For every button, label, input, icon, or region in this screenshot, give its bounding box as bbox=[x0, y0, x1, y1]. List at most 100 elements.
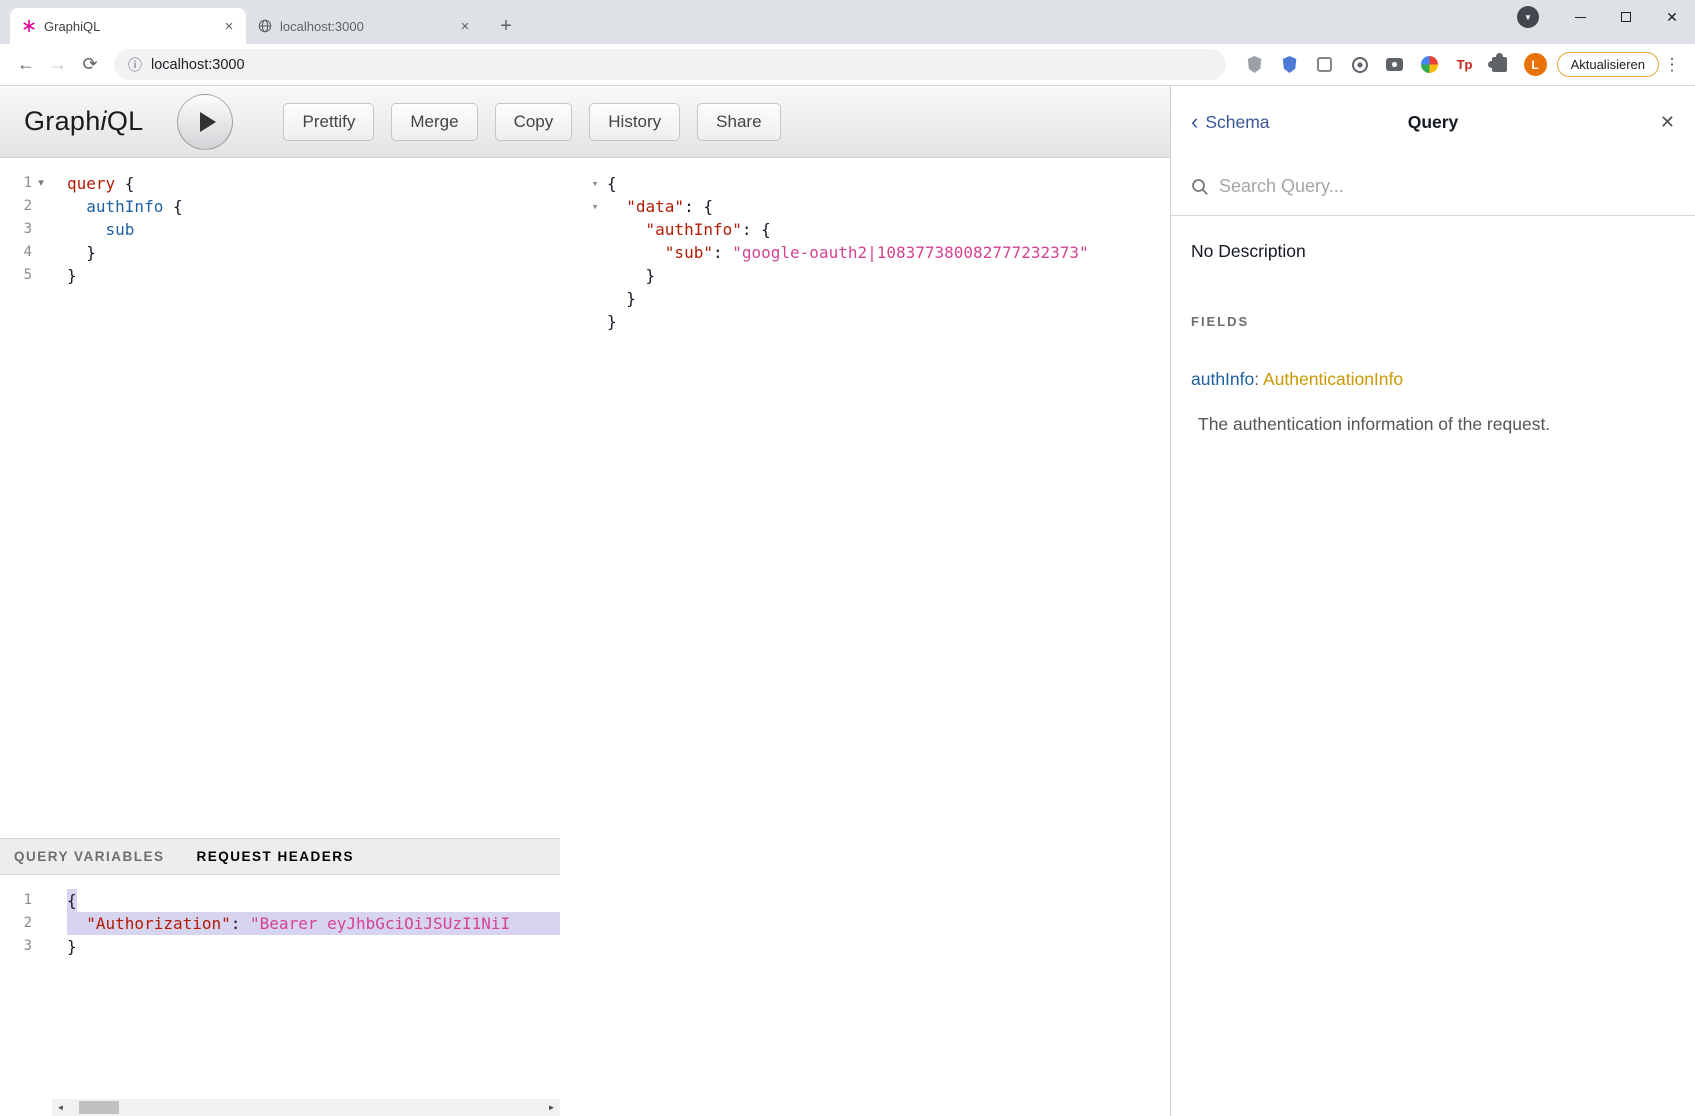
query-editor[interactable]: 1▾2345 query { authInfo { sub }} bbox=[0, 158, 560, 838]
code-line[interactable]: } bbox=[67, 241, 560, 264]
line-number: 1 bbox=[0, 172, 32, 195]
code-line[interactable]: } bbox=[67, 264, 560, 287]
code-line[interactable]: } bbox=[607, 310, 1170, 333]
doc-back-link[interactable]: ‹Schema bbox=[1191, 111, 1270, 133]
address-bar[interactable]: ⓘ localhost:3000 bbox=[114, 49, 1226, 80]
headers-editor-gutter: 123 bbox=[0, 875, 52, 1099]
browser-tab-localhost[interactable]: localhost:3000 × bbox=[246, 8, 482, 44]
code-line[interactable]: authInfo { bbox=[67, 195, 560, 218]
browser-menu-icon[interactable]: ⋮ bbox=[1659, 49, 1685, 81]
fold-gutter bbox=[32, 218, 50, 241]
history-button[interactable]: History bbox=[589, 103, 680, 141]
tab-query-variables[interactable]: QUERY VARIABLES bbox=[14, 849, 165, 864]
gutter-line: 5 bbox=[0, 264, 52, 287]
prettify-button[interactable]: Prettify bbox=[283, 103, 374, 141]
pinwheel-icon[interactable] bbox=[1419, 54, 1441, 76]
code-token: { bbox=[163, 195, 182, 218]
minimize-button[interactable] bbox=[1557, 0, 1603, 34]
tab-title: localhost:3000 bbox=[280, 19, 448, 34]
doc-field-row: authInfo: AuthenticationInfo bbox=[1191, 369, 1675, 390]
headers-editor-code[interactable]: { "Authorization": "Bearer eyJhbGciOiJSU… bbox=[52, 875, 560, 1099]
copy-button[interactable]: Copy bbox=[495, 103, 573, 141]
code-token: } bbox=[607, 310, 617, 333]
line-number: 2 bbox=[0, 912, 32, 935]
globe-icon bbox=[258, 19, 272, 33]
tab-close-icon[interactable]: × bbox=[220, 17, 238, 35]
fold-arrow-icon[interactable]: ▾ bbox=[32, 172, 50, 195]
fold-arrow-icon[interactable]: ▾ bbox=[592, 195, 603, 218]
window-controls: ▼ ✕ bbox=[1517, 0, 1695, 34]
update-button[interactable]: Aktualisieren bbox=[1557, 52, 1659, 77]
address-url: localhost:3000 bbox=[151, 57, 245, 73]
field-type-link[interactable]: AuthenticationInfo bbox=[1263, 369, 1403, 389]
field-name-link[interactable]: authInfo bbox=[1191, 369, 1254, 389]
shield-gray-icon[interactable] bbox=[1244, 54, 1266, 76]
code-line[interactable]: "sub": "google-oauth2|108377380082777232… bbox=[607, 241, 1170, 264]
field-separator: : bbox=[1254, 369, 1263, 389]
scrollbar-thumb[interactable] bbox=[79, 1101, 119, 1114]
puzzle-icon[interactable] bbox=[1489, 54, 1511, 76]
editor-area: 1▾2345 query { authInfo { sub }} QUERY V… bbox=[0, 158, 1170, 1116]
target-icon[interactable] bbox=[1349, 54, 1371, 76]
code-line[interactable]: { bbox=[67, 889, 560, 912]
code-token: } bbox=[67, 935, 77, 958]
code-line[interactable]: query { bbox=[67, 172, 560, 195]
code-line[interactable]: "Authorization": "Bearer eyJhbGciOiJSUzI… bbox=[67, 912, 560, 935]
code-token bbox=[67, 912, 86, 935]
doc-search-row bbox=[1171, 158, 1695, 216]
scrollbar-track[interactable] bbox=[69, 1099, 543, 1116]
gutter-line: 2 bbox=[0, 195, 52, 218]
code-token bbox=[67, 195, 86, 218]
extensions-row: Tp L bbox=[1234, 53, 1557, 76]
maximize-button[interactable] bbox=[1603, 0, 1649, 34]
site-info-icon[interactable]: ⓘ bbox=[128, 55, 142, 75]
scroll-right-icon[interactable]: ► bbox=[543, 1099, 560, 1116]
graphiql-topbar: GraphiQL Prettify Merge Copy History Sha… bbox=[0, 86, 1170, 158]
target-shape bbox=[1352, 57, 1368, 73]
pinwheel-shape bbox=[1421, 56, 1438, 73]
execute-button[interactable] bbox=[177, 94, 233, 150]
code-line[interactable]: } bbox=[607, 264, 1170, 287]
code-line[interactable]: ▾{ bbox=[607, 172, 1170, 195]
doc-explorer: ‹Schema Query ✕ No Description FIELDS au… bbox=[1170, 86, 1695, 1116]
doc-field-description: The authentication information of the re… bbox=[1191, 414, 1675, 435]
fold-gutter bbox=[32, 935, 50, 958]
doc-close-icon[interactable]: ✕ bbox=[1660, 112, 1675, 133]
back-icon[interactable]: ← bbox=[10, 49, 42, 81]
code-token: sub bbox=[106, 218, 135, 241]
forward-icon[interactable]: → bbox=[42, 49, 74, 81]
line-number: 1 bbox=[0, 889, 32, 912]
merge-button[interactable]: Merge bbox=[391, 103, 477, 141]
fold-arrow-icon[interactable]: ▾ bbox=[592, 172, 603, 195]
tab-close-icon[interactable]: × bbox=[456, 17, 474, 35]
toolbar-buttons: Prettify Merge Copy History Share bbox=[283, 103, 780, 141]
response-code: ▾{▾ "data": { "authInfo": { "sub": "goog… bbox=[592, 158, 1170, 333]
code-line[interactable]: } bbox=[67, 935, 560, 958]
camera-icon[interactable] bbox=[1384, 54, 1406, 76]
share-button[interactable]: Share bbox=[697, 103, 780, 141]
browser-update-indicator[interactable]: ▼ bbox=[1517, 6, 1539, 28]
query-editor-code[interactable]: query { authInfo { sub }} bbox=[52, 158, 560, 838]
tab-request-headers[interactable]: REQUEST HEADERS bbox=[197, 849, 355, 864]
code-line[interactable]: ▾ "data": { bbox=[607, 195, 1170, 218]
code-token: { bbox=[607, 172, 617, 195]
window-close-button[interactable]: ✕ bbox=[1649, 0, 1695, 34]
browser-tab-graphiql[interactable]: GraphiQL × bbox=[10, 8, 246, 44]
request-headers-editor[interactable]: 123 { "Authorization": "Bearer eyJhbGciO… bbox=[0, 875, 560, 1099]
scroll-left-icon[interactable]: ◄ bbox=[52, 1099, 69, 1116]
doc-search-input[interactable] bbox=[1219, 176, 1675, 197]
tp-extension-icon[interactable]: Tp bbox=[1454, 54, 1476, 76]
box-icon[interactable] bbox=[1314, 54, 1336, 76]
code-line[interactable]: sub bbox=[67, 218, 560, 241]
code-token: } bbox=[67, 264, 77, 287]
code-line[interactable]: "authInfo": { bbox=[607, 218, 1170, 241]
horizontal-scrollbar[interactable]: ◄ ► bbox=[52, 1099, 560, 1116]
code-token: : bbox=[231, 912, 250, 935]
shield-blue-icon[interactable] bbox=[1279, 54, 1301, 76]
profile-avatar[interactable]: L bbox=[1524, 53, 1547, 76]
reload-icon[interactable]: ⟳ bbox=[74, 49, 106, 81]
new-tab-button[interactable]: + bbox=[492, 12, 520, 40]
graphiql-favicon bbox=[22, 19, 36, 33]
shield-shape bbox=[1282, 56, 1297, 73]
code-line[interactable]: } bbox=[607, 287, 1170, 310]
